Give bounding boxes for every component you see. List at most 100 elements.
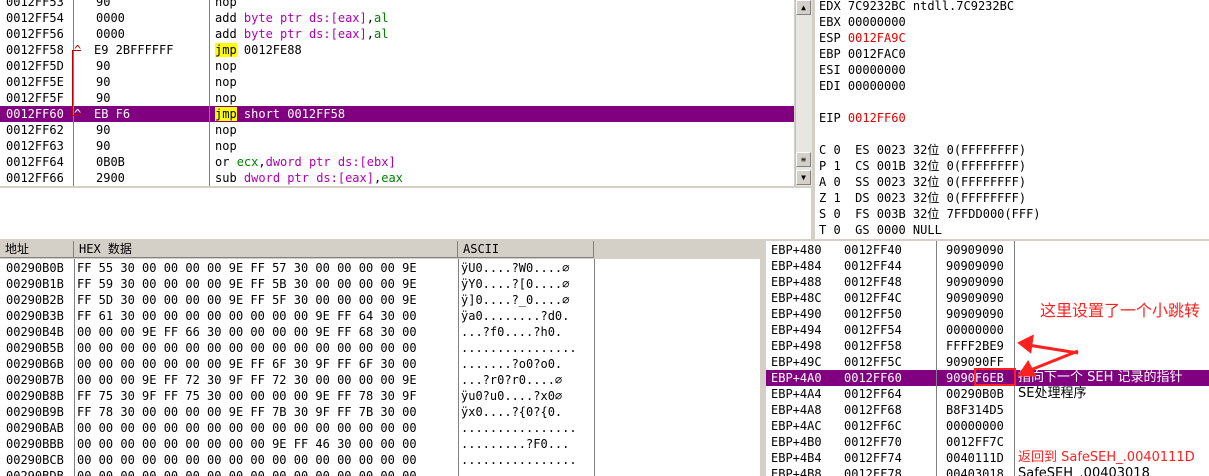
- stack-offset: EBP+4B4: [771, 451, 822, 465]
- disasm-instruction: nop: [215, 0, 237, 9]
- stack-offset: EBP+48C: [771, 291, 822, 305]
- hexdump-address: 00290B3B: [6, 309, 64, 323]
- hexdump-bytes: 00 00 00 9E FF 72 30 9F FF 72 30 00 00 0…: [77, 373, 417, 387]
- register-line[interactable]: EBP 0012FAC0: [819, 46, 906, 62]
- disasm-row[interactable]: 0012FF5D 90 nop: [0, 58, 794, 74]
- hexdump-address: 00290B5B: [6, 341, 64, 355]
- stack-row[interactable]: EBP+4B0 0012FF70 0012FF7C: [766, 434, 1209, 450]
- disasm-row[interactable]: 0012FF5F 90 nop: [0, 90, 794, 106]
- stack-value: 00290B0B: [946, 387, 1004, 401]
- disasm-bytes: 0000: [96, 27, 125, 41]
- registers-pane[interactable]: EDX 7C9232BC ntdll.7C9232BC EBX 00000000 E…: [815, 0, 1209, 239]
- register-line[interactable]: T 0 GS 0000 NULL: [819, 222, 942, 238]
- disasm-address: 0012FF5E: [6, 75, 64, 89]
- stack-row[interactable]: EBP+488 0012FF48 90909090: [766, 274, 1209, 290]
- hexdump-bytes: FF 75 30 9F FF 75 30 00 00 00 00 9E FF 7…: [77, 389, 417, 403]
- scroll-up-button[interactable]: ▲: [796, 0, 811, 15]
- hexdump-address: 00290B7B: [6, 373, 64, 387]
- disasm-row[interactable]: 0012FF66 2900 sub dword ptr ds:[eax],eax: [0, 170, 794, 186]
- stack-row[interactable]: EBP+498 0012FF58 FFFF2BE9: [766, 338, 1209, 354]
- register-line[interactable]: D 0: [819, 238, 841, 239]
- disasm-row[interactable]: 0012FF5E 90 nop: [0, 74, 794, 90]
- stack-address: 0012FF60: [844, 371, 902, 385]
- disasm-instruction: jmp 0012FE88: [215, 43, 302, 57]
- hexdump-ascii: ÿY0....?[0....∅: [461, 277, 570, 291]
- hexdump-ascii: ÿ]0....?_0....∅: [461, 293, 570, 307]
- hexdump-address: 00290BCB: [6, 453, 64, 467]
- hexdump-address: 00290B0B: [6, 261, 64, 275]
- register-line[interactable]: EBX 00000000: [819, 14, 906, 30]
- column-separator: [594, 259, 595, 476]
- stack-comment: SafeSEH_.00403018: [1018, 466, 1150, 476]
- stack-address: 0012FF68: [844, 403, 902, 417]
- hexdump-header-address[interactable]: 地址: [0, 241, 74, 258]
- hexdump-bytes: 00 00 00 00 00 00 00 00 00 00 00 00 00 0…: [77, 341, 417, 355]
- scroll-thumb[interactable]: ≡: [796, 152, 811, 167]
- stack-row[interactable]: EBP+4A4 0012FF64 00290B0B SE处理程序: [766, 386, 1209, 402]
- stack-row[interactable]: EBP+4AC 0012FF6C 00000000: [766, 418, 1209, 434]
- register-line[interactable]: C 0 ES 0023 32位 0(FFFFFFFF): [819, 142, 1026, 158]
- stack-value: B8F314D5: [946, 403, 1004, 417]
- hexdump-header-ascii[interactable]: ASCII: [458, 241, 594, 258]
- disassembly-scrollbar[interactable]: ▲ ≡ ▼: [795, 0, 812, 186]
- disasm-row[interactable]: 0012FF63 90 nop: [0, 138, 794, 154]
- register-line[interactable]: A 0 SS 0023 32位 0(FFFFFFFF): [819, 174, 1026, 190]
- stack-row[interactable]: EBP+494 0012FF54 00000000: [766, 322, 1209, 338]
- hexdump-ascii: .......?o0?o0.: [461, 357, 563, 371]
- stack-address: 0012FF6C: [844, 419, 902, 433]
- stack-row[interactable]: EBP+480 0012FF40 90909090: [766, 242, 1209, 258]
- disasm-row[interactable]: 0012FF56 0000 add byte ptr ds:[eax],al: [0, 26, 794, 42]
- hexdump-ascii: ÿu0?u0....?x0∅: [461, 389, 563, 403]
- stack-value: 90909090: [946, 275, 1004, 289]
- stack-address: 0012FF48: [844, 275, 902, 289]
- disasm-address: 0012FF53: [6, 0, 64, 9]
- stack-value: FFFF2BE9: [946, 339, 1004, 353]
- register-line[interactable]: P 1 CS 001B 32位 0(FFFFFFFF): [819, 158, 1026, 174]
- register-line[interactable]: S 0 FS 003B 32位 7FFDD000(FFF): [819, 206, 1041, 222]
- column-separator: [1014, 241, 1015, 476]
- disasm-row[interactable]: 0012FF62 90 nop: [0, 122, 794, 138]
- register-line[interactable]: EDX 7C9232BC ntdll.7C9232BC: [819, 0, 1014, 14]
- stack-address: 0012FF74: [844, 451, 902, 465]
- disasm-instruction: jmp short 0012FF58: [215, 107, 346, 121]
- hexdump-pane[interactable]: 00290B0B FF 55 30 00 00 00 00 9E FF 57 30…: [0, 259, 760, 476]
- stack-row[interactable]: EBP+484 0012FF44 90909090: [766, 258, 1209, 274]
- stack-address: 0012FF64: [844, 387, 902, 401]
- hexdump-bytes: FF 59 30 00 00 00 00 9E FF 5B 30 00 00 0…: [77, 277, 417, 291]
- register-line[interactable]: EDI 00000000: [819, 78, 906, 94]
- register-line[interactable]: EIP 0012FF60: [819, 110, 906, 126]
- hexdump-bytes: 00 00 00 00 00 00 00 00 00 00 00 00 00 0…: [77, 453, 417, 467]
- disasm-row[interactable]: 0012FF54 0000 add byte ptr ds:[eax],al: [0, 10, 794, 26]
- column-separator: [458, 259, 459, 476]
- hexdump-header: 地址 HEX 数据 ASCII: [0, 241, 760, 259]
- disasm-address: 0012FF5D: [6, 59, 64, 73]
- stack-row[interactable]: EBP+4B8 0012FF78 00403018 SafeSEH_.00403018: [766, 466, 1209, 476]
- disassembly-pane[interactable]: 0012FF53 90 nop 0012FF54 0000 add byte ptr ds…: [0, 0, 794, 186]
- hexdump-bytes: 00 00 00 00 00 00 00 00 00 00 00 00 00 0…: [77, 469, 417, 476]
- hexdump-ascii: ...?r0?r0....∅: [461, 373, 563, 387]
- stack-offset: EBP+4B0: [771, 435, 822, 449]
- disasm-row[interactable]: 0012FF53 90 nop: [0, 0, 794, 10]
- stack-row[interactable]: EBP+4B4 0012FF74 0040111D 返回到 SafeSEH_.0040…: [766, 450, 1209, 466]
- info-pane: [0, 188, 811, 239]
- disasm-bytes: 90: [96, 75, 111, 89]
- disasm-address: 0012FF5F: [6, 91, 64, 105]
- disasm-address: 0012FF56: [6, 27, 64, 41]
- disasm-row[interactable]: 0012FF64 0B0B or ecx,dword ptr ds:[ebx]: [0, 154, 794, 170]
- stack-address: 0012FF54: [844, 323, 902, 337]
- hexdump-header-hex[interactable]: HEX 数据: [74, 241, 458, 258]
- stack-row[interactable]: EBP+4A8 0012FF68 B8F314D5: [766, 402, 1209, 418]
- register-line[interactable]: ESP 0012FA9C: [819, 30, 906, 46]
- stack-pane[interactable]: EBP+480 0012FF40 90909090 EBP+484 0012FF44 90…: [766, 241, 1209, 476]
- disasm-row[interactable]: 0012FF58 E9 2BFFFFFF jmp 0012FE88: [0, 42, 794, 58]
- register-line[interactable]: Z 1 DS 0023 32位 0(FFFFFFFF): [819, 190, 1026, 206]
- stack-value: 00000000: [946, 419, 1004, 433]
- disasm-instruction: nop: [215, 139, 237, 153]
- stack-offset: EBP+480: [771, 243, 822, 257]
- disasm-address: 0012FF58: [6, 43, 64, 57]
- disasm-bytes: E9 2BFFFFFF: [94, 43, 174, 57]
- scroll-down-button[interactable]: ▼: [796, 170, 811, 185]
- register-line[interactable]: ESI 00000000: [819, 62, 906, 78]
- stack-address: 0012FF5C: [844, 355, 902, 369]
- disasm-row[interactable]: 0012FF60 EB F6 jmp short 0012FF58: [0, 106, 794, 122]
